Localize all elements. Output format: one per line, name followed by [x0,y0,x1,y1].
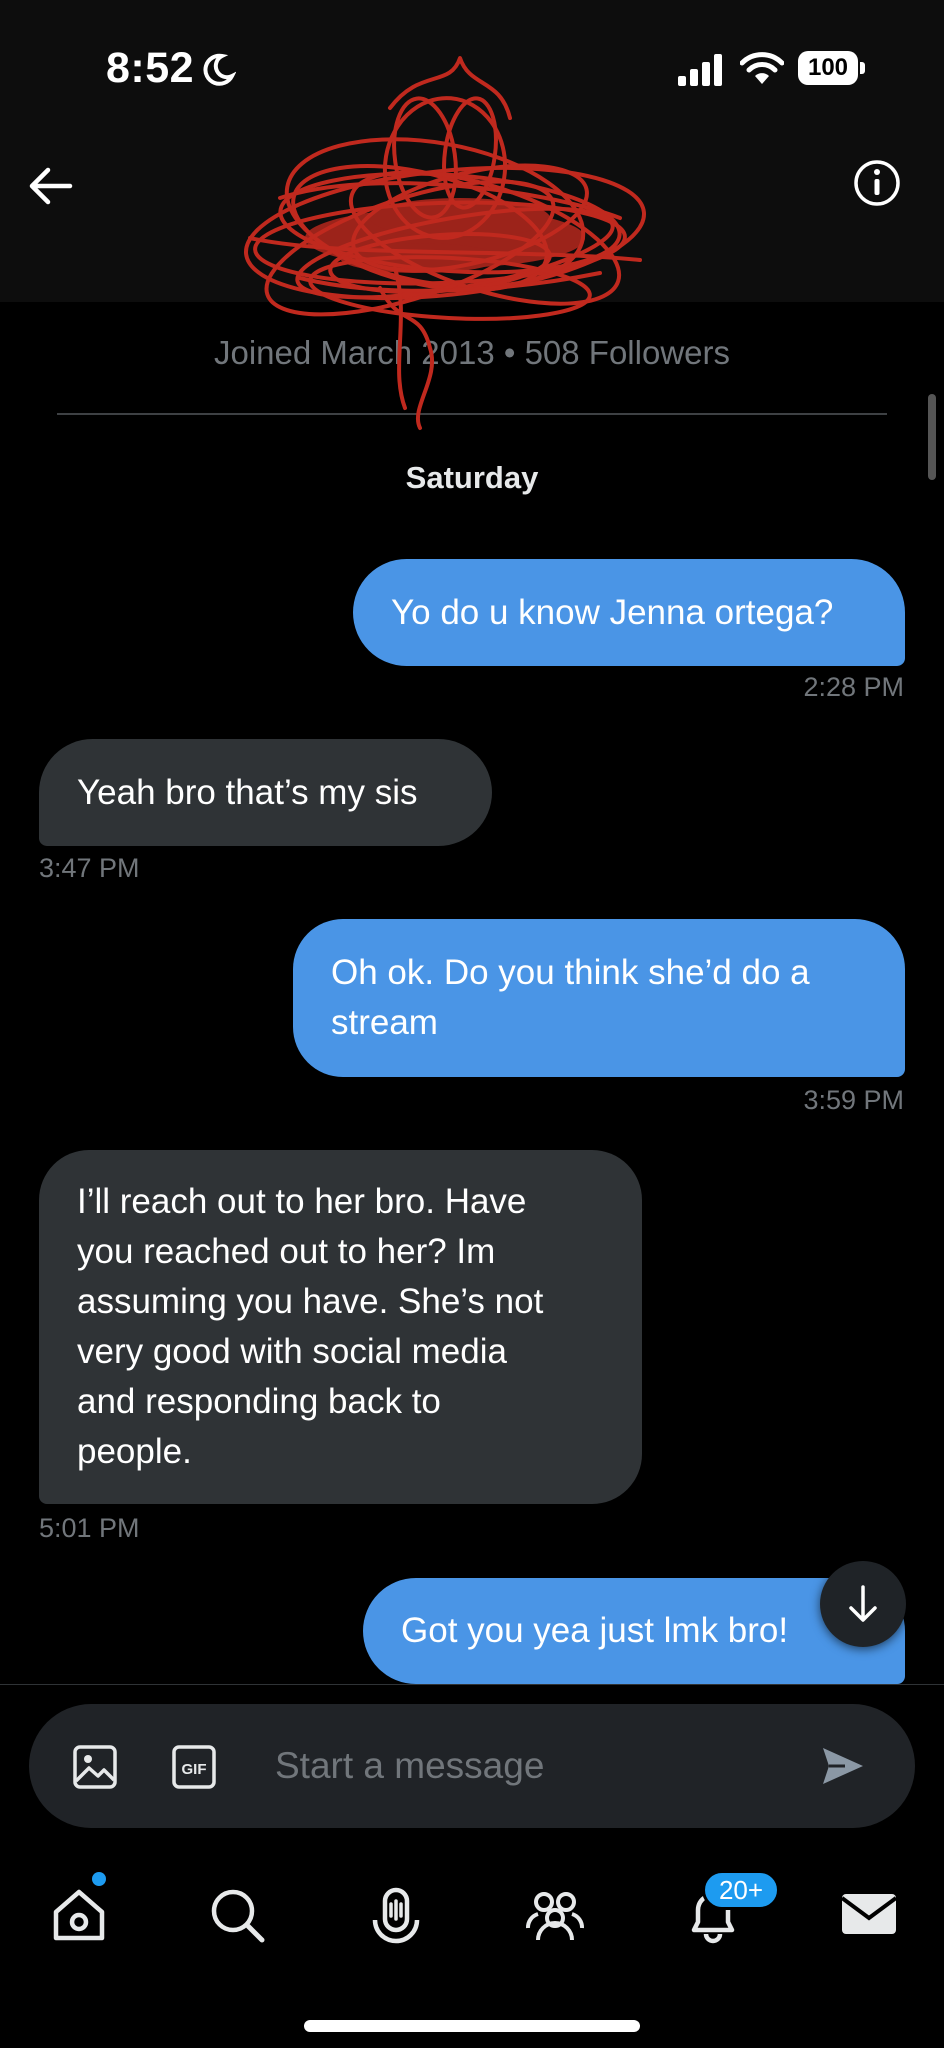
arrow-down-icon [849,1585,877,1622]
back-arrow-icon[interactable] [24,160,76,212]
home-unread-dot [92,1872,106,1886]
message-composer: GIF [29,1704,915,1828]
scroll-to-bottom-button[interactable] [820,1561,906,1647]
profile-joined-followers: Joined March 2013 • 508 Followers [214,334,730,371]
message-text-line: Oh ok. Do you think she’d do a [331,953,810,992]
divider [57,413,887,415]
bottom-tab-bar: 20+ [0,1862,944,2048]
message-bubble-sent[interactable]: Yo do u know Jenna ortega? [353,559,905,666]
message-text-line: and responding back to [77,1382,441,1421]
svg-text:GIF: GIF [182,1761,207,1778]
moon-icon [203,53,236,86]
message-text-line: very good with social media [77,1332,507,1371]
message-text: Got you yea just lmk bro! [401,1611,789,1650]
battery-icon: 100 [798,51,865,85]
mail-icon[interactable] [836,1882,902,1948]
notifications-badge: 20+ [702,1870,780,1910]
message-bubble-received[interactable]: Yeah bro that’s my sis [39,739,492,846]
message-bubble-received[interactable]: I’ll reach out to her bro. Have you reac… [39,1150,642,1504]
message-timestamp: 3:59 PM [803,1085,904,1115]
status-bar: 8:52 100 [0,0,944,140]
message-timestamp: 2:28 PM [803,672,904,702]
signal-icon [678,54,722,86]
status-time: 8:52 [106,44,195,92]
search-icon[interactable] [204,1882,270,1948]
message-text-line: stream [331,1003,438,1042]
message-text: Yeah bro that’s my sis [77,773,418,812]
home-icon[interactable] [46,1882,112,1948]
conversation-header [0,140,944,302]
message-input[interactable] [275,1732,805,1800]
battery-level: 100 [798,51,858,85]
message-text-line: you reached out to her? Im [77,1232,496,1271]
image-icon[interactable] [71,1743,119,1791]
message-text: Yo do u know Jenna ortega? [391,593,834,632]
send-icon[interactable] [819,1742,867,1790]
message-timestamp: 5:01 PM [39,1513,140,1543]
info-icon[interactable] [852,158,902,208]
gif-icon[interactable]: GIF [171,1744,217,1790]
communities-icon[interactable] [522,1882,588,1948]
message-text-line: people. [77,1432,192,1471]
message-text-line: I’ll reach out to her bro. Have [77,1182,527,1221]
date-separator: Saturday [405,460,539,495]
message-bubble-sent[interactable]: Oh ok. Do you think she’d do a stream [293,919,905,1077]
message-text-line: assuming you have. She’s not [77,1282,544,1321]
home-indicator[interactable] [304,2020,640,2032]
spaces-icon[interactable] [363,1882,429,1948]
wifi-icon [740,52,784,84]
message-timestamp: 3:47 PM [39,853,140,883]
